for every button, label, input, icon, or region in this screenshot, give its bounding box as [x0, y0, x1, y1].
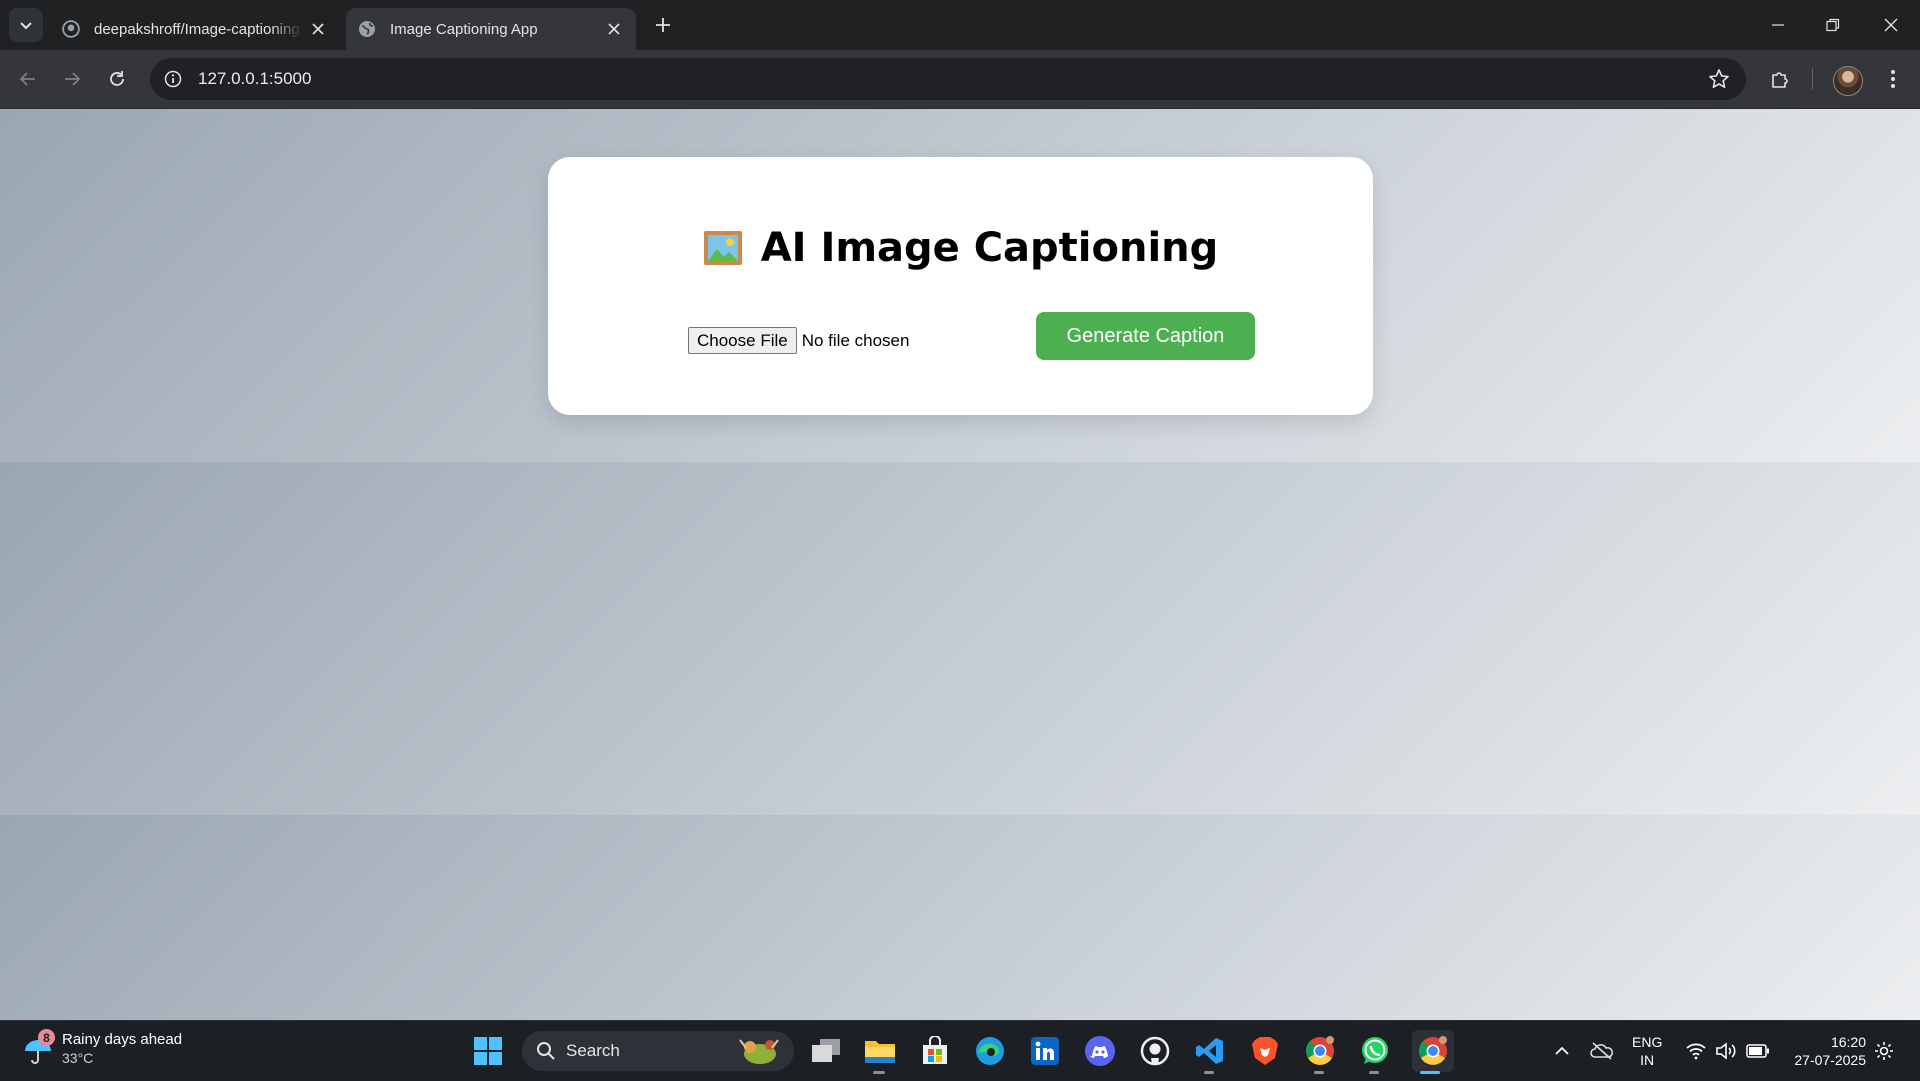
restore-button[interactable]: [1818, 10, 1848, 40]
page-title-text: AI Image Captioning: [760, 225, 1219, 271]
taskbar-search[interactable]: Search: [522, 1031, 794, 1071]
running-indicator: [1314, 1071, 1324, 1074]
windows-logo-icon: [474, 1037, 502, 1065]
chrome-icon[interactable]: [1302, 1033, 1338, 1069]
weather-widget[interactable]: 8 Rainy days ahead 33°C: [22, 1029, 183, 1067]
puzzle-icon: [1772, 72, 1788, 88]
search-highlight-illustration-icon: [739, 1039, 779, 1064]
url-text[interactable]: 127.0.0.1:5000: [198, 69, 311, 89]
brave-browser-icon[interactable]: [1247, 1033, 1283, 1069]
language-code: ENG: [1632, 1034, 1663, 1050]
clock-date: 27-07-2025: [1794, 1052, 1866, 1068]
file-input[interactable]: Choose File No file chosen: [688, 327, 909, 354]
more-vertical-icon: [1891, 70, 1895, 88]
search-label: Search: [566, 1041, 620, 1060]
minimize-icon: [1772, 24, 1784, 26]
volume-icon[interactable]: [1714, 1039, 1738, 1063]
input-language[interactable]: ENG IN: [1632, 1033, 1662, 1069]
tab-image-captioning-app[interactable]: Image Captioning App: [346, 8, 636, 50]
address-bar[interactable]: 127.0.0.1:5000: [150, 58, 1746, 100]
weather-temperature: 33°C: [62, 1050, 94, 1066]
github-desktop-icon[interactable]: [1137, 1033, 1173, 1069]
windows-taskbar: 8 Rainy days ahead 33°C Search ENG IN 16…: [0, 1020, 1920, 1081]
arrow-left-icon: [19, 72, 35, 86]
browser-tab-strip: deepakshroff/Image-captioning Image Capt…: [0, 0, 1920, 50]
choose-file-button[interactable]: Choose File: [688, 327, 797, 354]
weather-badge: 8: [38, 1029, 55, 1046]
system-clock[interactable]: 16:20 27-07-2025: [1780, 1033, 1866, 1069]
running-indicator: [873, 1071, 885, 1074]
page-title: AI Image Captioning: [548, 225, 1373, 271]
start-button[interactable]: [470, 1033, 506, 1069]
microsoft-store-icon[interactable]: [917, 1033, 953, 1069]
discord-icon[interactable]: [1082, 1033, 1118, 1069]
profile-avatar[interactable]: [1833, 66, 1863, 96]
weather-headline: Rainy days ahead: [62, 1031, 183, 1048]
tab-title: deepakshroff/Image-captioning: [94, 20, 300, 38]
minimize-button[interactable]: [1763, 10, 1793, 40]
notification-settings-icon[interactable]: [1872, 1039, 1896, 1063]
whatsapp-icon[interactable]: [1357, 1033, 1393, 1069]
edge-browser-icon[interactable]: [972, 1033, 1008, 1069]
file-status-text: No file chosen: [801, 330, 910, 350]
forward-button[interactable]: [56, 63, 88, 95]
bookmark-star-icon[interactable]: [1708, 68, 1730, 90]
onedrive-offline-icon[interactable]: [1590, 1039, 1614, 1063]
arrow-right-icon: [65, 72, 81, 86]
extensions-button[interactable]: [1766, 64, 1796, 94]
close-tab-icon[interactable]: [604, 19, 624, 39]
close-icon: [1884, 18, 1898, 32]
tab-title: Image Captioning App: [390, 20, 538, 38]
site-info-icon[interactable]: [162, 68, 184, 90]
reload-button[interactable]: [101, 63, 133, 95]
vscode-icon[interactable]: [1192, 1033, 1228, 1069]
umbrella-rain-icon: 8: [22, 1029, 55, 1065]
chevron-up-icon[interactable]: [1550, 1039, 1574, 1063]
restore-icon: [1826, 18, 1840, 32]
page-viewport: AI Image Captioning Choose File No file …: [0, 109, 1920, 1020]
background-gradient: [0, 815, 1920, 1020]
reload-icon: [110, 71, 124, 86]
region-code: IN: [1640, 1052, 1655, 1068]
caption-card: AI Image Captioning Choose File No file …: [548, 157, 1373, 415]
chrome-profile-icon[interactable]: [1412, 1030, 1454, 1072]
generate-caption-button[interactable]: Generate Caption: [1036, 312, 1255, 360]
globe-icon: [359, 21, 375, 37]
github-icon: [62, 20, 80, 38]
close-tab-icon[interactable]: [308, 19, 328, 39]
running-indicator: [1369, 1071, 1379, 1074]
tab-search-button[interactable]: [9, 8, 43, 42]
new-tab-button[interactable]: [652, 14, 674, 36]
close-window-button[interactable]: [1876, 10, 1906, 40]
battery-icon[interactable]: [1746, 1039, 1770, 1063]
wifi-icon[interactable]: [1684, 1039, 1708, 1063]
plus-icon: [656, 18, 670, 32]
clock-time: 16:20: [1830, 1034, 1866, 1050]
linkedin-icon[interactable]: [1027, 1033, 1063, 1069]
chevron-down-icon: [20, 22, 32, 30]
running-indicator: [1204, 1071, 1214, 1074]
browser-toolbar: 127.0.0.1:5000: [0, 50, 1920, 109]
framed-picture-icon: [703, 231, 742, 265]
browser-menu-button[interactable]: [1878, 64, 1908, 94]
back-button[interactable]: [12, 63, 44, 95]
search-icon: [537, 1042, 555, 1060]
file-explorer-icon[interactable]: [862, 1033, 898, 1069]
task-view-icon[interactable]: [808, 1033, 844, 1069]
active-app-indicator: [1420, 1071, 1440, 1074]
toolbar-divider: [1812, 68, 1813, 90]
background-gradient: [0, 462, 1920, 815]
tab-github-repo[interactable]: deepakshroff/Image-captioning: [50, 8, 340, 50]
